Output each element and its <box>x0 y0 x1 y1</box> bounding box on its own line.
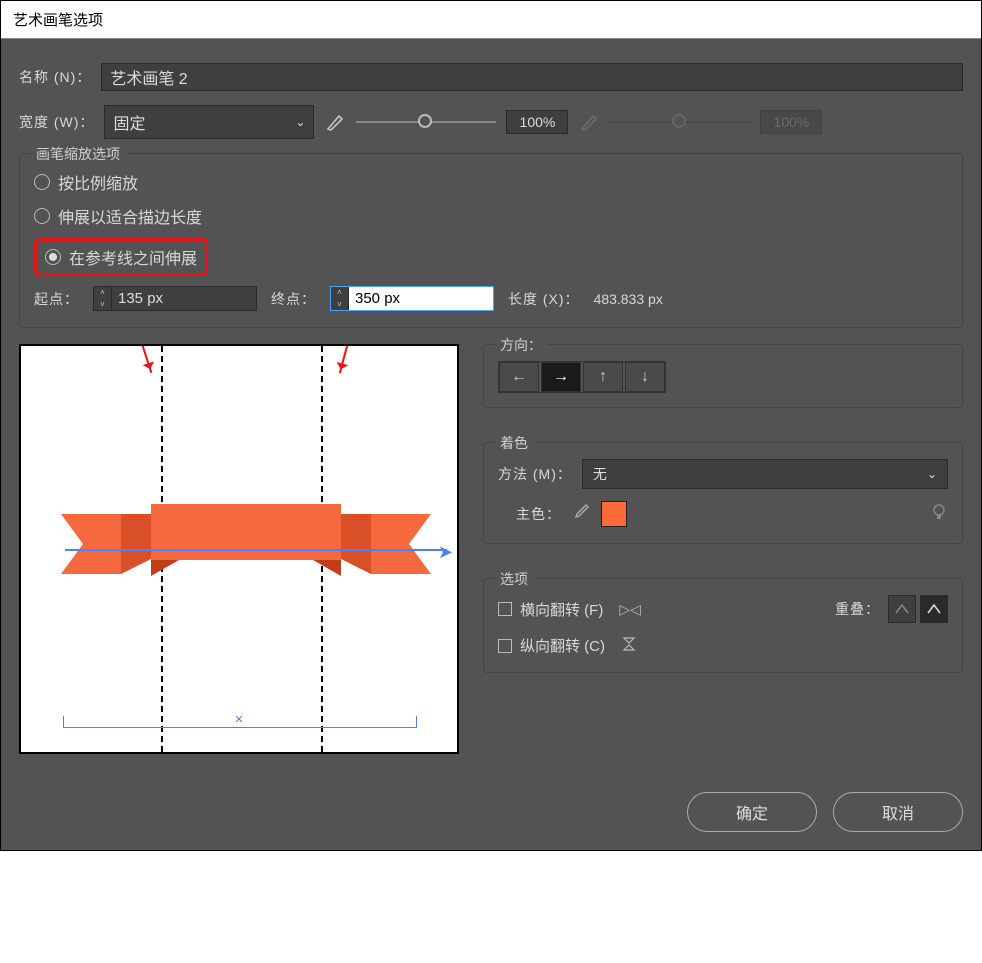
eyedropper-icon[interactable] <box>571 502 591 527</box>
pen-tip-icon <box>324 111 346 133</box>
checkbox-icon <box>498 602 512 616</box>
flip-horizontal-icon: ▷◁ <box>619 601 641 618</box>
flip-vertical-icon <box>621 635 637 656</box>
direction-indicator-arrowhead: ➤ <box>438 542 453 563</box>
width-pct-2: 100% <box>760 110 822 134</box>
chevron-down-icon: ⌄ <box>295 115 305 129</box>
ok-button[interactable]: 确定 <box>687 792 817 832</box>
overlap-label: 重叠： <box>835 599 880 619</box>
radio-icon <box>34 208 50 224</box>
overlap-option-1[interactable] <box>888 595 916 623</box>
width-label: 宽度 (W)： <box>19 112 94 132</box>
length-value: 483.833 px <box>594 291 663 307</box>
spinner-down-icon[interactable]: ˅ <box>331 299 348 311</box>
checkbox-icon <box>498 639 512 653</box>
colorize-fieldset: 着色 方法 (M)： 无 ⌄ 主色： <box>483 442 963 544</box>
radio-icon <box>34 174 50 190</box>
flip-h-label: 横向翻转 (F) <box>520 599 603 620</box>
width-dropdown[interactable]: 固定 ⌄ <box>104 105 314 139</box>
direction-down[interactable]: ↓ <box>625 362 665 392</box>
radio-stretch-guides-highlighted: 在参考线之间伸展 <box>34 238 208 276</box>
radio-stretch-guides[interactable]: 在参考线之间伸展 <box>45 245 197 269</box>
direction-left[interactable]: ← <box>499 362 539 392</box>
start-input[interactable] <box>112 287 256 310</box>
method-dropdown[interactable]: 无 ⌄ <box>582 459 948 489</box>
options-legend: 选项 <box>494 569 534 589</box>
scale-options-fieldset: 画笔缩放选项 按比例缩放 伸展以适合描边长度 在参考线之间伸展 起点： ˄˅ <box>19 153 963 328</box>
width-slider-2 <box>610 121 750 123</box>
radio-label: 按比例缩放 <box>58 170 138 194</box>
width-slider-1[interactable] <box>356 121 496 123</box>
direction-fieldset: 方向： ← → ↑ ↓ <box>483 344 963 408</box>
length-label: 长度 (X)： <box>508 289 580 309</box>
name-input[interactable] <box>101 63 963 91</box>
flip-horizontal-checkbox[interactable]: 横向翻转 (F) ▷◁ <box>498 599 641 620</box>
colorize-legend: 着色 <box>494 433 534 453</box>
ribbon-artwork <box>61 504 431 604</box>
width-pct-1[interactable]: 100% <box>506 110 568 134</box>
method-value: 无 <box>593 464 607 484</box>
end-input[interactable] <box>349 287 493 310</box>
width-dropdown-value: 固定 <box>113 110 145 134</box>
dialog-title: 艺术画笔选项 <box>1 1 981 39</box>
scale-options-legend: 画笔缩放选项 <box>30 144 126 164</box>
annotation-arrow-start <box>136 344 153 373</box>
direction-legend: 方向： <box>494 335 548 355</box>
start-label: 起点： <box>34 289 79 309</box>
cancel-button[interactable]: 取消 <box>833 792 963 832</box>
key-color-label: 主色： <box>516 504 561 524</box>
direction-right[interactable]: → <box>541 362 581 392</box>
radio-stretch-fit[interactable]: 伸展以适合描边长度 <box>34 204 948 228</box>
pen-tip-icon-2 <box>578 111 600 133</box>
end-spinner[interactable]: ˄˅ <box>330 286 494 311</box>
key-color-swatch[interactable] <box>601 501 627 527</box>
name-label: 名称 (N)： <box>19 67 91 87</box>
radio-label: 在参考线之间伸展 <box>69 245 197 269</box>
start-spinner[interactable]: ˄˅ <box>93 286 257 311</box>
direction-up[interactable]: ↑ <box>583 362 623 392</box>
length-bracket-x-icon: ✕ <box>234 713 243 726</box>
brush-preview: ➤ ✕ <box>19 344 459 754</box>
flip-vertical-checkbox[interactable]: 纵向翻转 (C) <box>498 635 948 656</box>
direction-indicator-line <box>65 549 447 551</box>
chevron-down-icon: ⌄ <box>927 467 937 481</box>
radio-proportional[interactable]: 按比例缩放 <box>34 170 948 194</box>
art-brush-options-dialog: 艺术画笔选项 名称 (N)： 宽度 (W)： 固定 ⌄ 100% <box>0 0 982 851</box>
spinner-up-icon[interactable]: ˄ <box>94 287 111 299</box>
options-fieldset: 选项 横向翻转 (F) ▷◁ 重叠： <box>483 578 963 673</box>
radio-icon-selected <box>45 249 61 265</box>
end-label: 终点： <box>271 289 316 309</box>
radio-label: 伸展以适合描边长度 <box>58 204 202 228</box>
method-label: 方法 (M)： <box>498 464 572 484</box>
spinner-down-icon[interactable]: ˅ <box>94 299 111 311</box>
spinner-up-icon[interactable]: ˄ <box>331 287 348 299</box>
flip-v-label: 纵向翻转 (C) <box>520 635 605 656</box>
tip-bulb-icon[interactable] <box>930 503 948 526</box>
annotation-arrow-end <box>339 344 353 373</box>
overlap-option-2[interactable] <box>920 595 948 623</box>
